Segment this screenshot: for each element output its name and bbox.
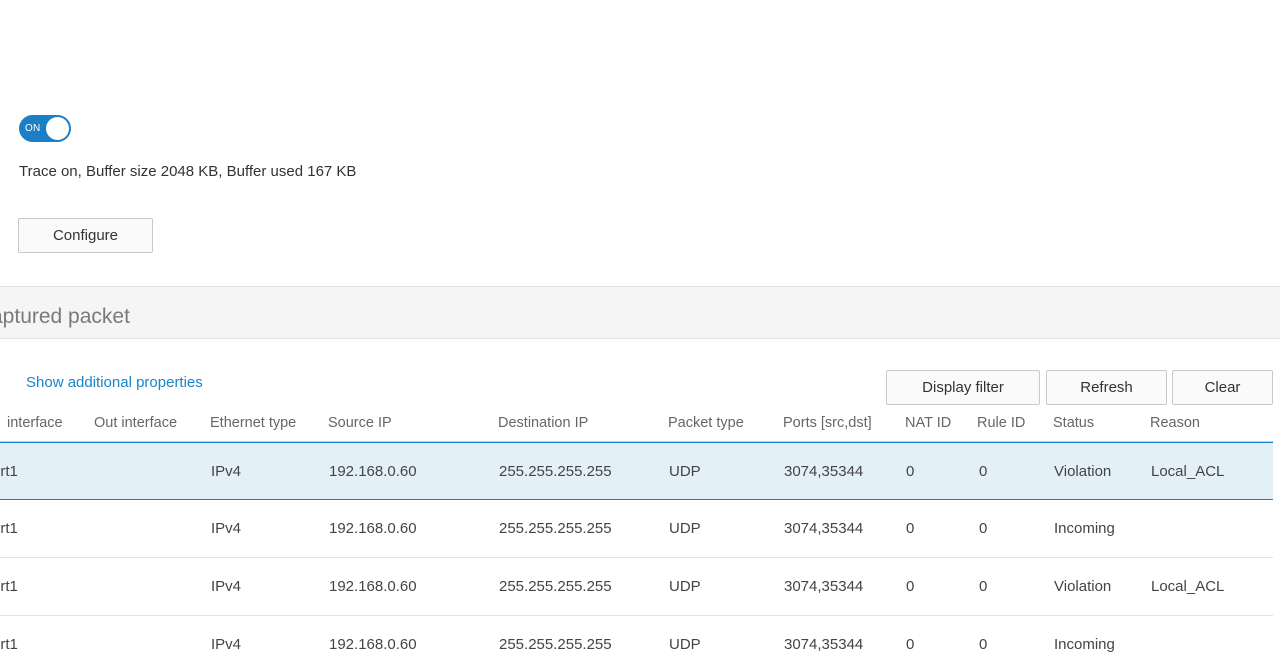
cell-status: Incoming	[1054, 520, 1115, 537]
cell-nat-id: 0	[906, 636, 915, 653]
cell-in-interface: Port1	[0, 463, 18, 480]
cell-in-interface: Port1	[0, 520, 18, 537]
section-title: aptured packet	[0, 305, 130, 328]
cell-nat-id: 0	[906, 520, 915, 537]
toggle-label: ON	[25, 123, 41, 134]
cell-reason: Local_ACL	[1151, 463, 1225, 480]
header-destination-ip[interactable]: Destination IP	[498, 415, 588, 431]
table-row[interactable]: Port1 IPv4 192.168.0.60 255.255.255.255 …	[0, 558, 1273, 616]
cell-destination-ip: 255.255.255.255	[499, 520, 612, 537]
cell-packet-type: UDP	[669, 636, 701, 653]
clear-button[interactable]: Clear	[1172, 370, 1273, 405]
cell-in-interface: Port1	[0, 636, 18, 653]
header-source-ip[interactable]: Source IP	[328, 415, 392, 431]
cell-ethernet-type: IPv4	[211, 463, 242, 480]
refresh-button[interactable]: Refresh	[1046, 370, 1167, 405]
cell-ports: 3074,35344	[784, 578, 864, 595]
cell-ports: 3074,35344	[784, 636, 864, 653]
cell-status: Violation	[1054, 463, 1112, 480]
cell-status: Incoming	[1054, 636, 1115, 653]
cell-ports: 3074,35344	[784, 520, 864, 537]
cell-packet-type: UDP	[669, 520, 701, 537]
cell-packet-type: UDP	[669, 463, 701, 480]
cell-ethernet-type: IPv4	[211, 578, 242, 595]
header-ethernet-type[interactable]: Ethernet type	[210, 415, 296, 431]
table-row[interactable]: Port1 IPv4 192.168.0.60 255.255.255.255 …	[0, 500, 1273, 558]
configure-button[interactable]: Configure	[18, 218, 153, 253]
cell-ports: 3074,35344	[784, 463, 864, 480]
table-row[interactable]: Port1 IPv4 192.168.0.60 255.255.255.255 …	[0, 442, 1273, 500]
cell-rule-id: 0	[979, 520, 988, 537]
cell-source-ip: 192.168.0.60	[329, 520, 417, 537]
toggle-knob	[46, 117, 69, 140]
cell-source-ip: 192.168.0.60	[329, 463, 417, 480]
cell-rule-id: 0	[979, 636, 988, 653]
cell-destination-ip: 255.255.255.255	[499, 578, 612, 595]
captured-packet-section-header: aptured packet	[0, 286, 1280, 339]
trace-toggle[interactable]: ON	[19, 115, 71, 142]
cell-packet-type: UDP	[669, 578, 701, 595]
header-packet-type[interactable]: Packet type	[668, 415, 744, 431]
cell-ethernet-type: IPv4	[211, 636, 242, 653]
header-ports[interactable]: Ports [src,dst]	[783, 415, 872, 431]
cell-nat-id: 0	[906, 463, 915, 480]
cell-source-ip: 192.168.0.60	[329, 636, 417, 653]
table-header: interface Out interface Ethernet type So…	[0, 405, 1273, 442]
cell-rule-id: 0	[979, 578, 988, 595]
header-out-interface[interactable]: Out interface	[94, 415, 177, 431]
header-status[interactable]: Status	[1053, 415, 1094, 431]
cell-rule-id: 0	[979, 463, 988, 480]
cell-status: Violation	[1054, 578, 1112, 595]
header-in-interface[interactable]: interface	[7, 415, 63, 431]
cell-reason: Local_ACL	[1151, 578, 1225, 595]
cell-destination-ip: 255.255.255.255	[499, 636, 612, 653]
show-additional-properties-link[interactable]: Show additional properties	[26, 374, 203, 391]
packet-capture-page: ON Trace on, Buffer size 2048 KB, Buffer…	[0, 0, 1280, 656]
header-reason[interactable]: Reason	[1150, 415, 1200, 431]
cell-source-ip: 192.168.0.60	[329, 578, 417, 595]
cell-ethernet-type: IPv4	[211, 520, 242, 537]
header-rule-id[interactable]: Rule ID	[977, 415, 1025, 431]
table-row[interactable]: Port1 IPv4 192.168.0.60 255.255.255.255 …	[0, 616, 1273, 656]
display-filter-button[interactable]: Display filter	[886, 370, 1040, 405]
cell-in-interface: Port1	[0, 578, 18, 595]
cell-nat-id: 0	[906, 578, 915, 595]
trace-status-text: Trace on, Buffer size 2048 KB, Buffer us…	[19, 163, 357, 180]
header-nat-id[interactable]: NAT ID	[905, 415, 951, 431]
cell-destination-ip: 255.255.255.255	[499, 463, 612, 480]
